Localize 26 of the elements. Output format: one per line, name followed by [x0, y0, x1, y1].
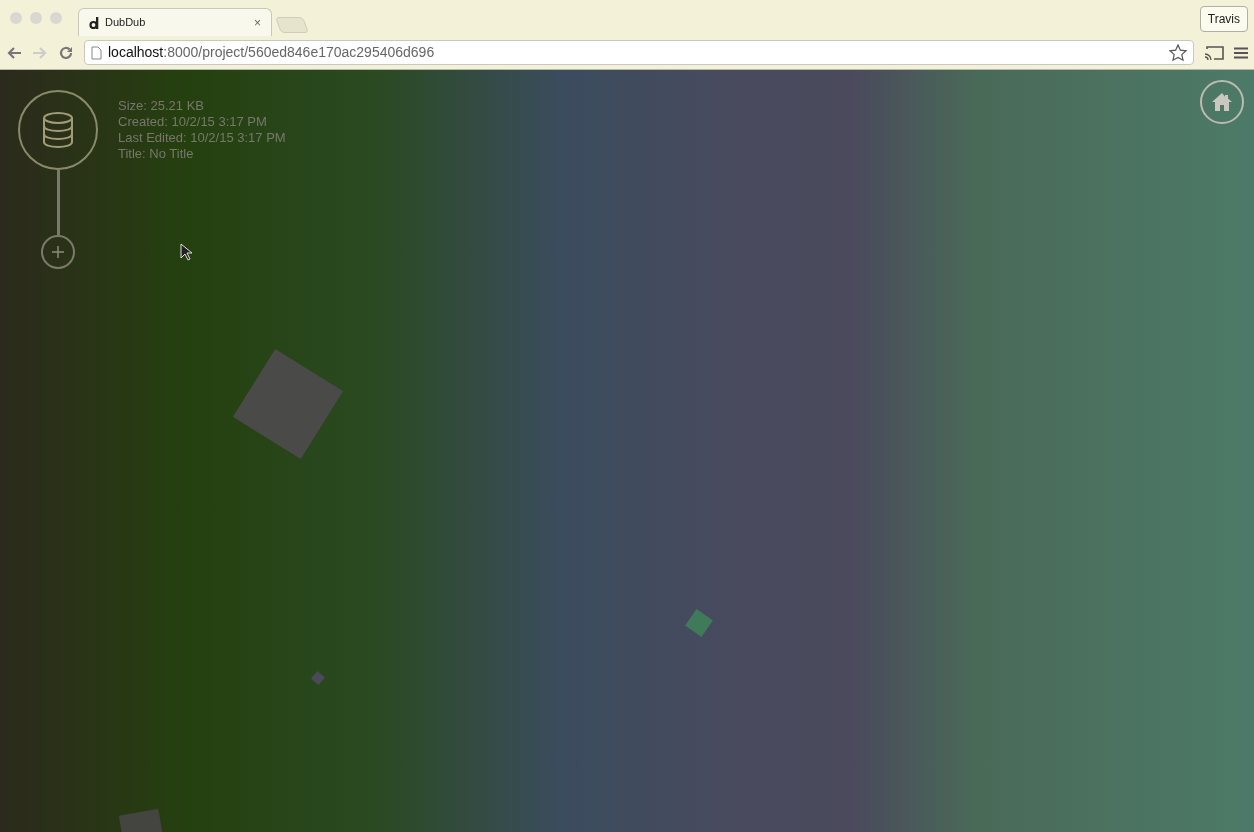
- url-host: localhost: [108, 44, 164, 60]
- info-line: Size: 25.21 KB: [118, 98, 205, 114]
- home-button[interactable]: [1200, 80, 1244, 124]
- info-line: Title: No Title: [118, 146, 195, 162]
- profile-button[interactable]: Travis: [1199, 6, 1248, 32]
- database-icon: [42, 112, 74, 148]
- tab-title: DubDub: [105, 15, 147, 31]
- database-node[interactable]: [18, 90, 98, 170]
- back-arrow-icon[interactable]: [6, 45, 22, 60]
- close-icon[interactable]: ×: [254, 16, 261, 29]
- connector-line: [57, 170, 60, 235]
- home-icon: [1211, 92, 1233, 112]
- page-icon: [91, 45, 102, 60]
- address-bar[interactable]: localhost:8000/project/560ed846e170ac295406d696: [84, 40, 1194, 65]
- plus-icon: [52, 246, 64, 258]
- star-icon[interactable]: [1169, 43, 1187, 62]
- info-line: Created: 10/2/15 3:17 PM: [118, 114, 268, 130]
- add-node-button[interactable]: [41, 235, 75, 269]
- reload-icon[interactable]: [58, 44, 74, 61]
- browser-tab[interactable]: DubDub ×: [78, 8, 272, 36]
- info-line: Last Edited: 10/2/15 3:17 PM: [118, 130, 286, 146]
- letter-d-logo-icon: [89, 16, 99, 29]
- cursor-icon: [180, 243, 192, 261]
- menu-icon[interactable]: [1234, 46, 1248, 59]
- cast-icon[interactable]: [1204, 44, 1224, 61]
- url-path: :8000/project/560ed846e170ac295406d696: [163, 44, 435, 60]
